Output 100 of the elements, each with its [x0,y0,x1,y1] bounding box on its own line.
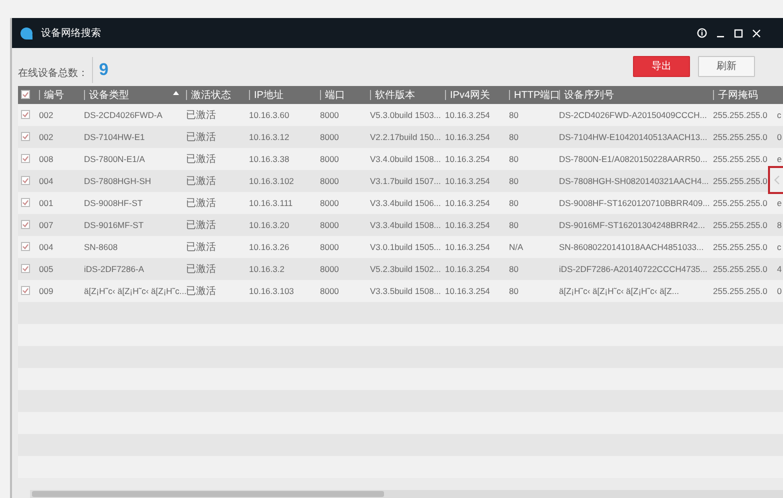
table-cell: 80 [509,176,518,186]
table-cell: 10.16.3.254 [445,264,490,274]
table-cell: e [777,198,782,208]
table-cell: 8000 [320,110,339,120]
table-cell: 80 [509,198,518,208]
table-cell: 8000 [320,154,339,164]
table-cell: SN-86080220141018AACH4851033... [559,242,704,252]
table-cell: V5.2.3build 1502... [370,264,441,274]
table-cell: 009 [39,286,54,296]
table-cell: 10.16.3.20 [249,220,290,230]
table-cell: 004 [39,242,54,252]
table-cell: V3.3.4build 1508... [370,220,441,230]
online-count: 9 [92,57,108,83]
table-cell: 10.16.3.60 [249,110,290,120]
table-cell: DS-9008HF-ST [84,198,143,208]
table-cell: 已激活 [186,154,216,164]
table-cell: 80 [509,110,518,120]
table-cell: DS-7808HGH-SH [84,176,152,186]
table-cell: 255.255.255.0 [713,176,768,186]
table-cell: 80 [509,220,518,230]
table-cell: 8000 [320,198,339,208]
table-cell: 已激活 [186,176,216,186]
table-cell: iDS-2DF7286-A20140722CCCH4735... [559,264,708,274]
table-cell: DS-2CD4026FWD-A [84,110,162,120]
table-cell: 已激活 [186,110,216,120]
table-cell: DS-7800N-E1/A0820150228AARR50... [559,154,708,164]
table-cell: 80 [509,132,518,142]
table-cell: 10.16.3.254 [445,242,490,252]
table-cell: 8000 [320,242,339,252]
table-cell: 007 [39,220,54,230]
table-cell: 已激活 [186,286,216,296]
table-cell: 8000 [320,220,339,230]
table-cell: 10.16.3.26 [249,242,290,252]
table-cell: 255.255.255.0 [713,264,768,274]
table-cell: 10.16.3.254 [445,176,490,186]
table-cell: 10.16.3.254 [445,198,490,208]
table-cell: V3.4.0build 1508... [370,154,441,164]
table-cell: DS-9016MF-ST16201304248BRR42... [559,220,705,230]
table-cell: 10.16.3.38 [249,154,290,164]
table-cell: 10.16.3.102 [249,176,294,186]
window-title: 设备网络搜索 [41,26,101,40]
table-cell: DS-2CD4026FWD-A20150409CCCH... [559,110,707,120]
table-cell: DS-7104HW-E10420140513AACH13... [559,132,708,142]
table-cell: DS-7104HW-E1 [84,132,145,142]
table-cell: e [777,154,782,164]
table-cell: c [777,110,782,120]
table-cell: 008 [39,154,54,164]
table-cell: 80 [509,264,518,274]
table-cell: V3.3.5build 1508... [370,286,441,296]
table-cell: 10.16.3.103 [249,286,294,296]
table-cell: 已激活 [186,220,216,230]
table-cell: DS-9016MF-ST [84,220,144,230]
table-cell: 8000 [320,264,339,274]
table-cell: iDS-2DF7286-A [84,264,144,274]
table-cell: 8000 [320,132,339,142]
table-cell: 255.255.255.0 [713,154,768,164]
table-cell: ä[Z¡H˜c‹ ä[Z¡H˜c‹ ä[Z¡H˜c‹ ä[Z... [559,286,679,296]
table-cell: 10.16.3.254 [445,154,490,164]
table-cell: 已激活 [186,198,216,208]
table-cell: 4 [777,264,782,274]
table-cell: SN-8608 [84,242,118,252]
table-cell: 已激活 [186,264,216,274]
table-cell: 80 [509,286,518,296]
table-cell: V2.2.17build 150... [370,132,441,142]
table-cell: 0 [777,132,782,142]
table-cell: 10.16.3.254 [445,220,490,230]
table-cell: 005 [39,264,54,274]
table-cell: c [777,242,782,252]
table-cell: N/A [509,242,524,252]
table-cell: 255.255.255.0 [713,132,768,142]
table-cell: 002 [39,110,54,120]
table-cell: 001 [39,198,54,208]
table-cell: 10.16.3.254 [445,110,490,120]
table-cell: 10.16.3.2 [249,264,284,274]
table-cell: 004 [39,176,54,186]
table-cell: 255.255.255.0 [713,198,768,208]
table-cell: 002 [39,132,54,142]
table-cell: 10.16.3.254 [445,286,490,296]
table-cell: DS-9008HF-ST1620120710BBRR409... [559,198,710,208]
table-cell: 10.16.3.254 [445,132,490,142]
refresh-button[interactable]: 刷新 [698,56,755,76]
table-cell: 80 [509,154,518,164]
export-button[interactable]: 导出 [633,56,690,76]
table-cell: DS-7800N-E1/A [84,154,145,164]
table-cell: V3.1.7build 1507... [370,176,441,186]
table-cell: 255.255.255.0 [713,220,768,230]
table-cell: 255.255.255.0 [713,286,768,296]
table-cell: 255.255.255.0 [713,110,768,120]
table-cell: 已激活 [186,242,216,252]
table-cell: DS-7808HGH-SH0820140321AACH4... [559,176,709,186]
table-cell: 8000 [320,286,339,296]
table-cell: ä[Z¡H˜c‹ ä[Z¡H˜c‹ ä[Z¡H˜c... [84,286,186,296]
table-cell: 10.16.3.111 [249,198,293,208]
table-cell: 8 [777,220,782,230]
table-cell: V3.3.4build 1506... [370,198,441,208]
table-cell: V5.3.0build 1503... [370,110,441,120]
table-cell: 8000 [320,176,339,186]
online-count-label: 在线设备总数： [18,66,88,80]
column-header[interactable]: 设备序列号 [564,90,614,100]
column-header[interactable]: HTTP端口 [514,90,560,100]
